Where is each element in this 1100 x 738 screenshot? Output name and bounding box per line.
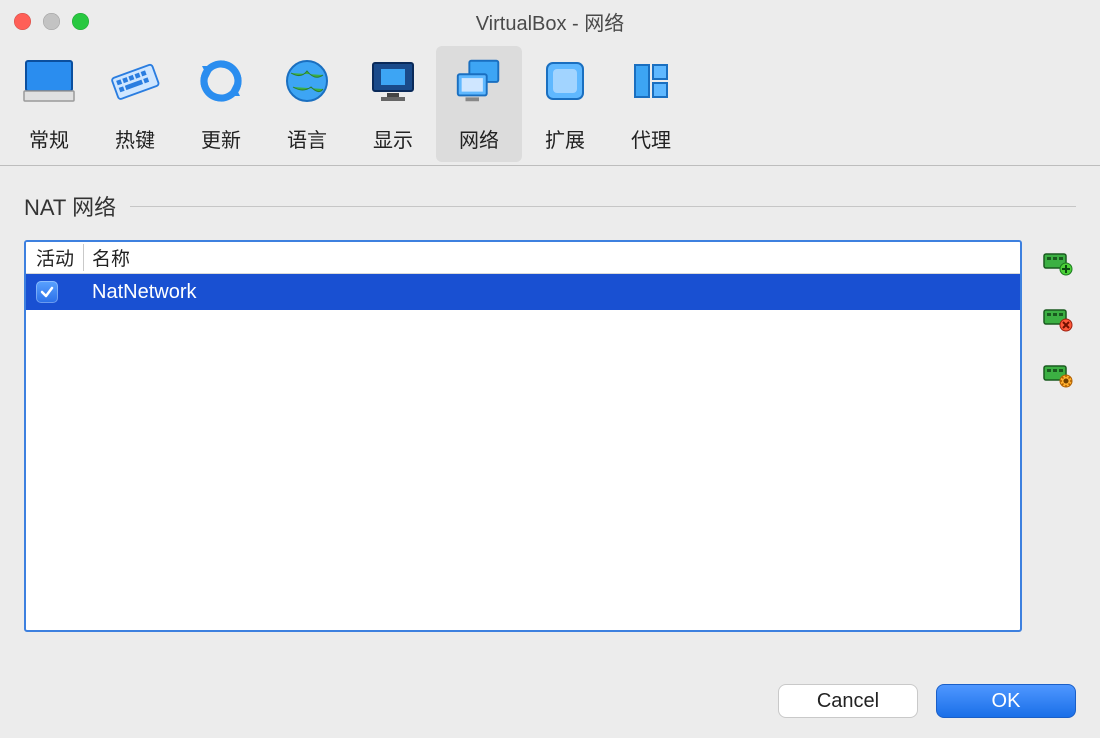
divider bbox=[130, 206, 1076, 207]
side-actions bbox=[1040, 250, 1076, 390]
tab-label: 语言 bbox=[287, 124, 327, 153]
edit-nat-button[interactable] bbox=[1043, 362, 1073, 390]
nat-edit-icon bbox=[1043, 362, 1073, 388]
ok-button[interactable]: OK bbox=[936, 684, 1076, 718]
minimize-window-button[interactable] bbox=[43, 13, 60, 30]
tab-language[interactable]: 语言 bbox=[264, 46, 350, 162]
display-icon bbox=[366, 54, 420, 108]
extension-icon bbox=[538, 54, 592, 108]
nat-add-icon bbox=[1043, 250, 1073, 276]
tab-label: 更新 bbox=[201, 124, 241, 153]
monitor-icon bbox=[22, 54, 76, 108]
section-header: NAT 网络 bbox=[0, 166, 1100, 222]
cell-name: NatNetwork bbox=[84, 281, 1020, 304]
maximize-window-button[interactable] bbox=[72, 13, 89, 30]
tab-extension[interactable]: 扩展 bbox=[522, 46, 608, 162]
table-row[interactable]: NatNetwork bbox=[26, 274, 1020, 310]
remove-nat-button[interactable] bbox=[1043, 306, 1073, 334]
check-icon bbox=[40, 285, 54, 299]
tab-label: 代理 bbox=[631, 124, 671, 153]
tab-label: 热键 bbox=[115, 124, 155, 153]
window-controls bbox=[14, 13, 89, 30]
tab-proxy[interactable]: 代理 bbox=[608, 46, 694, 162]
tab-label: 显示 bbox=[373, 124, 413, 153]
dialog-footer: Cancel OK bbox=[778, 684, 1076, 718]
tab-display[interactable]: 显示 bbox=[350, 46, 436, 162]
tab-hotkeys[interactable]: 热键 bbox=[92, 46, 178, 162]
cancel-button[interactable]: Cancel bbox=[778, 684, 918, 718]
network-icon bbox=[452, 54, 506, 108]
window-title: VirtualBox - 网络 bbox=[0, 7, 1100, 36]
table-header: 活动 名称 bbox=[26, 242, 1020, 274]
titlebar: VirtualBox - 网络 bbox=[0, 0, 1100, 42]
globe-icon bbox=[280, 54, 334, 108]
tab-general[interactable]: 常规 bbox=[6, 46, 92, 162]
column-active[interactable]: 活动 bbox=[26, 244, 84, 271]
column-name[interactable]: 名称 bbox=[84, 244, 1020, 271]
nat-networks-table[interactable]: 活动 名称 NatNetwork bbox=[24, 240, 1022, 632]
checkbox-active[interactable] bbox=[36, 281, 58, 303]
preferences-toolbar: 常规 热键 bbox=[0, 42, 1100, 166]
keyboard-icon bbox=[108, 54, 162, 108]
proxy-icon bbox=[624, 54, 678, 108]
nat-remove-icon bbox=[1043, 306, 1073, 332]
tab-network[interactable]: 网络 bbox=[436, 46, 522, 162]
refresh-icon bbox=[194, 54, 248, 108]
cell-active bbox=[26, 281, 84, 303]
section-title: NAT 网络 bbox=[24, 190, 116, 222]
tab-label: 网络 bbox=[459, 124, 499, 153]
tab-label: 扩展 bbox=[545, 124, 585, 153]
tab-label: 常规 bbox=[29, 124, 69, 153]
tab-update[interactable]: 更新 bbox=[178, 46, 264, 162]
content-area: 活动 名称 NatNetwork bbox=[0, 222, 1100, 632]
close-window-button[interactable] bbox=[14, 13, 31, 30]
add-nat-button[interactable] bbox=[1043, 250, 1073, 278]
